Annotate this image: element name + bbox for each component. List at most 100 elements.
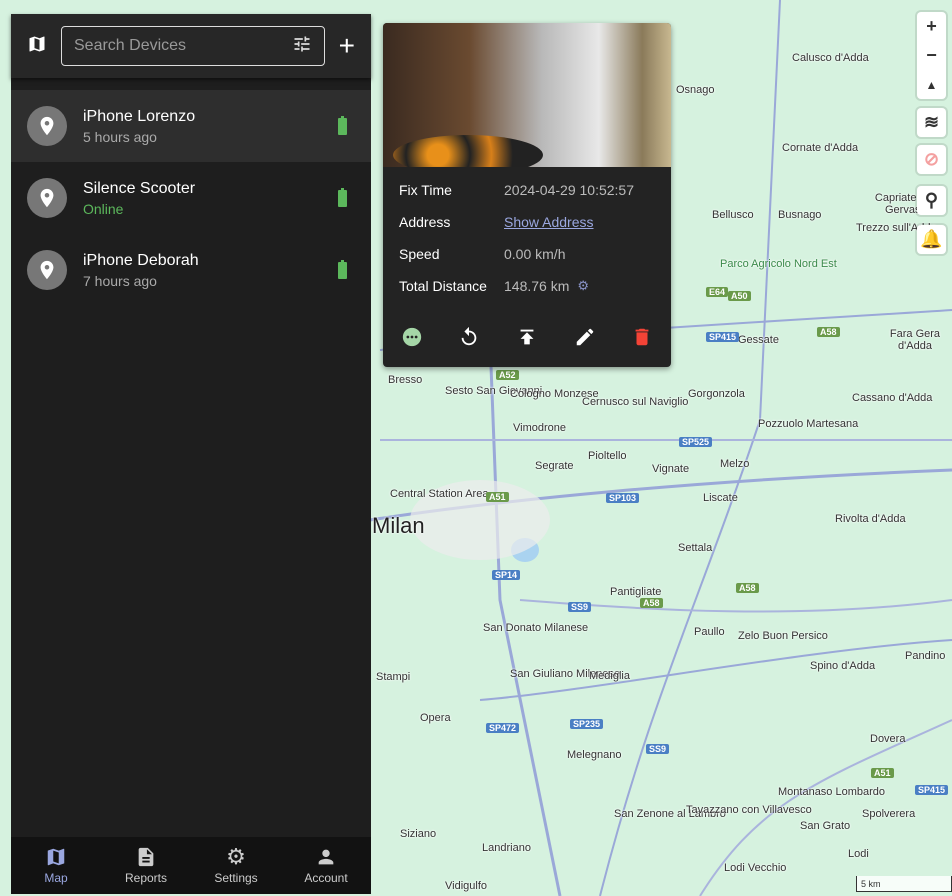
road-shield: SP235	[570, 719, 604, 729]
battery-icon	[338, 260, 347, 279]
show-address-link[interactable]: Show Address	[504, 214, 594, 230]
distance-settings-icon[interactable]: ⚙	[577, 278, 589, 294]
filter-icon[interactable]	[292, 34, 312, 59]
send-command-button[interactable]	[516, 326, 538, 353]
map-place-label: Parco Agricolo Nord Est	[720, 258, 837, 270]
fix-time-value: 2024-04-29 10:52:57	[504, 182, 634, 198]
account-icon	[318, 849, 334, 865]
map-place-label: San Donato Milanese	[483, 622, 589, 634]
map-place-label: Lodi	[848, 848, 869, 860]
map-place-label: Zelo Buon Persico	[738, 630, 828, 642]
road-shield: SP415	[706, 332, 740, 342]
device-popup: Fix Time 2024-04-29 10:52:57 Address Show …	[383, 23, 671, 367]
map-place-label: Bresso	[388, 374, 423, 386]
map-place-label: Mediglia	[589, 670, 630, 682]
road-shield: A52	[496, 370, 519, 380]
map-place-label: Pandino	[905, 650, 946, 662]
map-toggle-icon[interactable]	[27, 34, 47, 59]
search-map-icon[interactable]: ⚲	[917, 186, 946, 215]
device-status: Online	[83, 200, 124, 217]
layers-icon[interactable]: ≋	[917, 108, 946, 137]
map-place-label: Gorgonzola	[688, 388, 745, 400]
nav-reports[interactable]: Reports	[106, 846, 186, 885]
add-device-button[interactable]: +	[339, 30, 355, 62]
map-place-label: San Grato	[800, 820, 851, 832]
road-shield: SS9	[646, 744, 670, 754]
device-list-item[interactable]: iPhone Deborah 7 hours ago	[11, 234, 371, 306]
speed-label: Speed	[399, 246, 440, 262]
map-place-label: Pioltello	[588, 450, 627, 462]
location-pin-icon	[27, 178, 67, 218]
nav-settings-label: Settings	[214, 871, 258, 885]
road-shield: A51	[871, 768, 894, 778]
map-place-label: Montanaso Lombardo	[778, 786, 886, 798]
map-place-label: Stampi	[376, 671, 411, 683]
map-scale: 5 km	[856, 876, 952, 892]
map-place-label: Segrate	[535, 460, 574, 472]
road-shield: SS9	[568, 602, 592, 612]
settings-icon: ⚙	[226, 844, 246, 869]
map-place-label: Milan	[372, 513, 425, 538]
device-panel: Search Devices + iPhone Lorenzo 5 hours …	[11, 14, 371, 894]
replay-button[interactable]	[458, 326, 480, 353]
map-place-label: Liscate	[703, 492, 738, 504]
speed-value: 0.00 km/h	[504, 246, 566, 262]
map-place-label: Pozzuolo Martesana	[758, 418, 859, 430]
map-place-label: Calusco d'Adda	[792, 52, 869, 64]
toolbar: Search Devices +	[11, 14, 371, 78]
fix-time-row: Fix Time 2024-04-29 10:52:57	[383, 174, 671, 206]
distance-value: 148.76 km	[504, 278, 570, 294]
map-place-label: Lodi Vecchio	[724, 862, 787, 874]
map-place-label: Paullo	[694, 626, 725, 638]
map-place-label: Fara Gera d'Adda	[889, 328, 941, 352]
bottom-navigation: Map Reports ⚙ Settings Account	[11, 837, 371, 894]
map-place-label: Central Station Area	[390, 488, 489, 500]
road-shield: A51	[486, 492, 509, 502]
speed-row: Speed 0.00 km/h	[383, 238, 671, 270]
road-shield: E64	[706, 287, 729, 297]
location-pin-icon	[27, 250, 67, 290]
map-place-label: Vidigulfo	[445, 880, 487, 892]
address-row: Address Show Address	[383, 206, 671, 238]
address-label: Address	[399, 214, 451, 230]
nav-map[interactable]: Map	[16, 846, 96, 885]
device-status: 5 hours ago	[83, 128, 157, 145]
road-shield: A58	[736, 583, 759, 593]
map-place-label: Spolverera	[862, 808, 916, 820]
battery-icon	[338, 116, 347, 135]
road-shield: A50	[728, 291, 751, 301]
delete-button[interactable]	[631, 326, 653, 353]
device-photo	[383, 23, 671, 167]
nav-account-label: Account	[304, 871, 348, 885]
nav-account[interactable]: Account	[286, 846, 366, 885]
zoom-in-button[interactable]: +	[917, 12, 946, 41]
more-button[interactable]	[401, 326, 423, 353]
map-place-label: Cernusco sul Naviglio	[582, 396, 689, 408]
road-shield: SP14	[492, 570, 521, 580]
nav-settings[interactable]: ⚙ Settings	[196, 844, 276, 886]
road-shield: A58	[817, 327, 840, 337]
device-list-item[interactable]: iPhone Lorenzo 5 hours ago	[11, 90, 371, 162]
compass-button[interactable]: ▲	[917, 70, 946, 99]
edit-button[interactable]	[574, 326, 596, 353]
road-shield: SP415	[915, 785, 949, 795]
map-place-label: Dovera	[870, 733, 906, 745]
fix-time-label: Fix Time	[399, 182, 452, 198]
map-place-label: Siziano	[400, 828, 437, 840]
map-place-label: Tavazzano con Villavesco	[686, 804, 812, 816]
map-place-label: Cassano d'Adda	[852, 392, 933, 404]
reports-icon	[138, 847, 154, 867]
map-place-label: Osnago	[676, 84, 715, 96]
map-place-label: Opera	[420, 712, 451, 724]
follow-disabled-icon[interactable]: ⊘	[917, 145, 946, 174]
device-name: Silence Scooter	[83, 179, 196, 197]
zoom-out-button[interactable]: −	[917, 41, 946, 70]
map-place-label: Vignate	[652, 463, 690, 475]
notifications-bell-icon[interactable]: 🔔	[917, 225, 946, 254]
road-shield: SP525	[679, 437, 713, 447]
map-place-label: Settala	[678, 542, 713, 554]
device-list-item[interactable]: Silence Scooter Online	[11, 162, 371, 234]
map-place-label: Rivolta d'Adda	[835, 513, 906, 525]
search-input[interactable]: Search Devices	[61, 26, 325, 66]
map-place-label: Bellusco	[712, 209, 754, 221]
